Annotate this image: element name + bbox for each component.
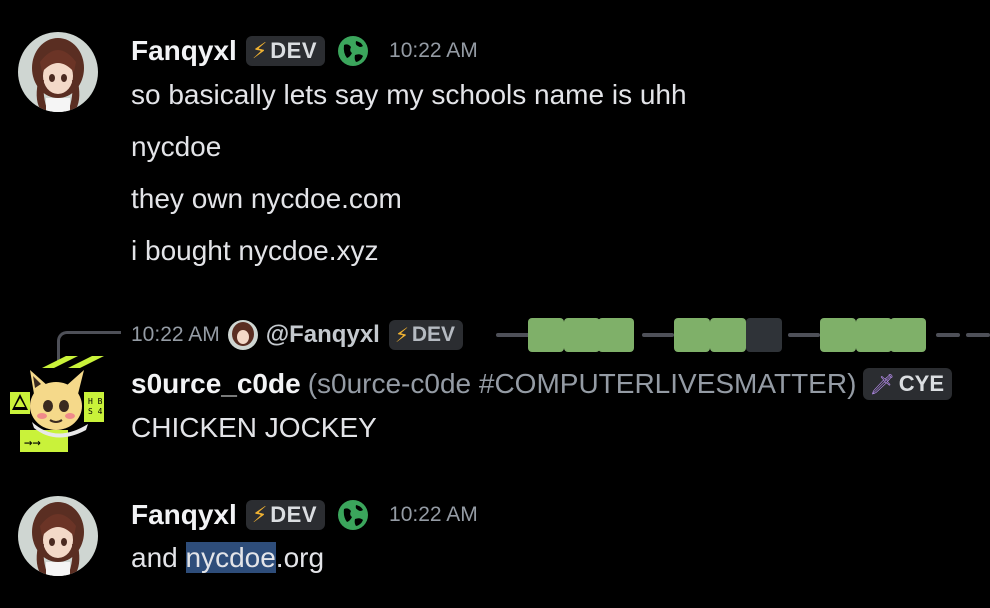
lightning-bolt-icon: ⚡ bbox=[251, 38, 268, 63]
tag-label: DEV bbox=[270, 38, 318, 63]
tag-label: CYE bbox=[898, 371, 945, 396]
globe-icon[interactable] bbox=[336, 34, 370, 68]
nameplate-line bbox=[642, 333, 674, 337]
nameplate-block bbox=[746, 318, 782, 352]
message-header: Fanqyxl ⚡ DEV 10:22 AM bbox=[131, 495, 478, 535]
chat-message-list: Fanqyxl ⚡ DEV 10:22 AM so basically lets… bbox=[0, 0, 990, 608]
nameplate-block bbox=[710, 318, 746, 352]
message-timestamp[interactable]: 10:22 AM bbox=[389, 39, 478, 63]
message-line: and nycdoe.org bbox=[131, 541, 324, 575]
reply-avatar bbox=[227, 320, 258, 350]
reply-dev-tag: ⚡ DEV bbox=[388, 320, 464, 350]
username[interactable]: Fanqyxl bbox=[131, 499, 237, 531]
user-avatar[interactable]: H B S 4 →→ bbox=[8, 354, 108, 454]
nameplate-line bbox=[936, 333, 960, 337]
message-line: i bought nycdoe.xyz bbox=[131, 235, 379, 266]
globe-icon[interactable] bbox=[336, 498, 370, 532]
svg-text:S 4: S 4 bbox=[88, 407, 103, 416]
sword-icon: 🗡 bbox=[869, 373, 895, 396]
message-line: they own nycdoe.com bbox=[131, 183, 402, 214]
reply-mention[interactable]: @Fanqyxl bbox=[266, 321, 380, 349]
nameplate-decoration bbox=[496, 318, 990, 352]
nameplate-block bbox=[674, 318, 710, 352]
nameplate-line bbox=[966, 333, 990, 337]
cyber-tag[interactable]: 🗡 CYE bbox=[863, 368, 953, 400]
svg-text:→→: →→ bbox=[24, 435, 41, 451]
message-line: nycdoe bbox=[131, 131, 222, 162]
message-text: .org bbox=[275, 542, 325, 573]
selected-text: nycdoe bbox=[185, 542, 276, 573]
dev-tag[interactable]: ⚡ DEV bbox=[245, 500, 326, 530]
nameplate-block bbox=[890, 318, 926, 352]
tag-label: DEV bbox=[411, 323, 456, 346]
lightning-bolt-icon: ⚡ bbox=[394, 324, 409, 347]
username[interactable]: Fanqyxl bbox=[131, 35, 237, 67]
message-header: Fanqyxl ⚡ DEV 10:22 AM bbox=[131, 31, 478, 71]
message-header: s0urce_c0de (s0urce-c0de #COMPUTERLIVESM… bbox=[131, 364, 953, 404]
dev-tag[interactable]: ⚡ DEV bbox=[245, 36, 326, 66]
tag-label: DEV bbox=[270, 502, 318, 527]
nameplate-line bbox=[496, 333, 530, 337]
reply-timestamp: 10:22 AM bbox=[131, 323, 220, 346]
user-avatar[interactable] bbox=[18, 496, 98, 576]
message-line: so basically lets say my schools name is… bbox=[131, 79, 687, 110]
reply-preview[interactable]: 10:22 AM @Fanqyxl ⚡ DEV bbox=[131, 318, 464, 352]
lightning-bolt-icon: ⚡ bbox=[251, 502, 268, 527]
nameplate-line bbox=[788, 333, 820, 337]
nameplate-block bbox=[820, 318, 856, 352]
nameplate-block bbox=[564, 318, 600, 352]
svg-text:H B: H B bbox=[88, 397, 103, 406]
user-display-detail: (s0urce-c0de #COMPUTERLIVESMATTER) bbox=[307, 368, 857, 399]
user-avatar[interactable] bbox=[18, 32, 98, 112]
nameplate-block bbox=[856, 318, 892, 352]
message-timestamp[interactable]: 10:22 AM bbox=[389, 503, 478, 527]
nameplate-block bbox=[528, 318, 564, 352]
message-line: CHICKEN JOCKEY bbox=[131, 412, 377, 443]
username[interactable]: s0urce_c0de bbox=[131, 368, 301, 400]
nameplate-block bbox=[598, 318, 634, 352]
message-text: and bbox=[131, 542, 186, 573]
